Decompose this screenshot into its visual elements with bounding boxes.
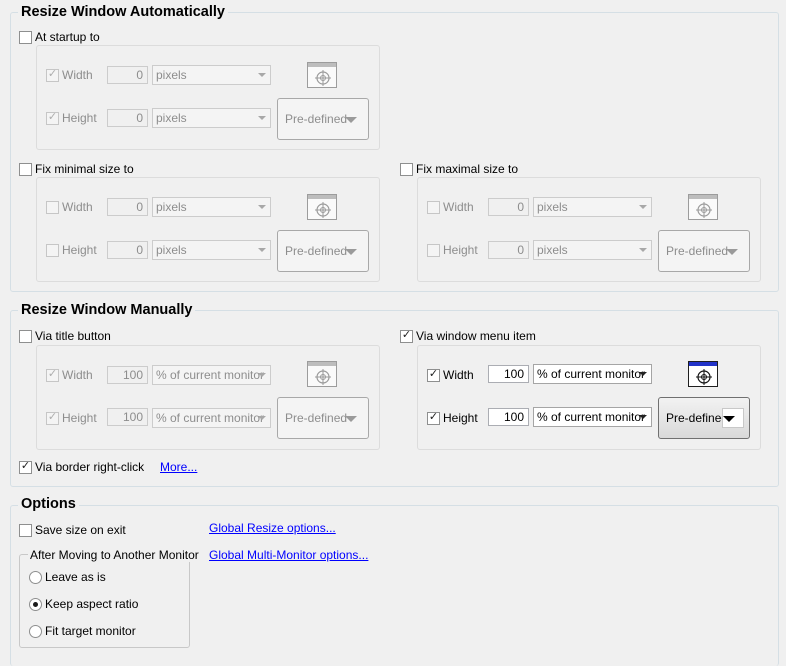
min-width-label: Width bbox=[62, 200, 93, 214]
max-width-checkbox[interactable] bbox=[427, 201, 440, 214]
options-title: Options bbox=[18, 496, 79, 513]
startup-width-checkbox[interactable]: ✓ bbox=[46, 68, 59, 82]
min-height-unit-select[interactable]: pixels bbox=[152, 240, 271, 260]
min-window-picker-icon[interactable] bbox=[307, 194, 337, 220]
mi-width-checkbox[interactable]: ✓ bbox=[427, 368, 440, 382]
fix-max-checkbox[interactable] bbox=[400, 163, 413, 176]
mi-height-input[interactable]: 100 bbox=[488, 408, 529, 426]
tb-height-input[interactable]: 100 bbox=[107, 408, 148, 426]
global-multimonitor-link[interactable]: Global Multi-Monitor options... bbox=[209, 548, 368, 562]
min-height-checkbox[interactable] bbox=[46, 244, 59, 257]
startup-predefined-button[interactable]: Pre-defined bbox=[277, 98, 369, 140]
global-resize-link[interactable]: Global Resize options... bbox=[209, 521, 336, 535]
max-height-input[interactable]: 0 bbox=[488, 241, 529, 259]
min-width-checkbox[interactable] bbox=[46, 201, 59, 214]
more-link[interactable]: More... bbox=[160, 460, 197, 474]
tb-height-unit-select[interactable]: % of current monitor bbox=[152, 408, 271, 428]
fix-min-label: Fix minimal size to bbox=[35, 162, 134, 176]
startup-width-input[interactable]: 0 bbox=[107, 66, 148, 84]
tb-width-label: Width bbox=[62, 368, 93, 382]
min-width-input[interactable]: 0 bbox=[107, 198, 148, 216]
min-predefined-button[interactable]: Pre-defined bbox=[277, 230, 369, 272]
manual-resize-title: Resize Window Manually bbox=[18, 302, 196, 319]
mi-height-label: Height bbox=[443, 411, 478, 425]
startup-height-checkbox[interactable]: ✓ bbox=[46, 111, 59, 125]
max-window-picker-icon[interactable] bbox=[688, 194, 718, 220]
max-height-label: Height bbox=[443, 243, 478, 257]
mi-predefined-button[interactable]: Pre-defined bbox=[658, 397, 750, 439]
at-startup-checkbox[interactable] bbox=[19, 31, 32, 44]
keep-aspect-radio[interactable] bbox=[29, 598, 42, 611]
save-size-checkbox[interactable] bbox=[19, 524, 32, 537]
mi-height-unit-select[interactable]: % of current monitor bbox=[533, 407, 652, 427]
title-button-label: Via title button bbox=[35, 329, 111, 343]
tb-height-checkbox[interactable]: ✓ bbox=[46, 411, 59, 425]
max-width-label: Width bbox=[443, 200, 474, 214]
min-width-unit-select[interactable]: pixels bbox=[152, 197, 271, 217]
max-height-unit-select[interactable]: pixels bbox=[533, 240, 652, 260]
fix-min-checkbox[interactable] bbox=[19, 163, 32, 176]
max-predefined-button[interactable]: Pre-defined bbox=[658, 230, 750, 272]
leave-as-is-radio[interactable] bbox=[29, 571, 42, 584]
tb-predefined-button[interactable]: Pre-defined bbox=[277, 397, 369, 439]
startup-width-unit-select[interactable]: pixels bbox=[152, 65, 271, 85]
border-rightclick-label: Via border right-click bbox=[35, 460, 145, 474]
fit-target-radio[interactable] bbox=[29, 625, 42, 638]
tb-width-unit-select[interactable]: % of current monitor bbox=[152, 365, 271, 385]
save-size-label: Save size on exit bbox=[35, 523, 126, 537]
border-rightclick-checkbox[interactable]: ✓ bbox=[19, 460, 32, 474]
mi-width-label: Width bbox=[443, 368, 474, 382]
max-width-unit-select[interactable]: pixels bbox=[533, 197, 652, 217]
tb-width-input[interactable]: 100 bbox=[107, 366, 148, 384]
tb-height-label: Height bbox=[62, 411, 97, 425]
startup-height-label: Height bbox=[62, 111, 97, 125]
mi-width-unit-select[interactable]: % of current monitor bbox=[533, 364, 652, 384]
min-height-label: Height bbox=[62, 243, 97, 257]
menu-item-checkbox[interactable]: ✓ bbox=[400, 329, 413, 343]
title-button-checkbox[interactable] bbox=[19, 330, 32, 343]
keep-aspect-label: Keep aspect ratio bbox=[45, 597, 139, 611]
tb-window-picker-icon[interactable] bbox=[307, 361, 337, 387]
startup-height-unit-select[interactable]: pixels bbox=[152, 108, 271, 128]
mi-width-input[interactable]: 100 bbox=[488, 365, 529, 383]
menu-item-label: Via window menu item bbox=[416, 329, 536, 343]
at-startup-label: At startup to bbox=[35, 30, 100, 44]
startup-height-input[interactable]: 0 bbox=[107, 109, 148, 127]
auto-resize-title: Resize Window Automatically bbox=[18, 4, 228, 21]
leave-as-is-label: Leave as is bbox=[45, 570, 106, 584]
tb-width-checkbox[interactable]: ✓ bbox=[46, 368, 59, 382]
mi-window-picker-icon[interactable] bbox=[688, 361, 718, 387]
fit-target-label: Fit target monitor bbox=[45, 624, 136, 638]
monitor-group-title: After Moving to Another Monitor bbox=[28, 548, 201, 562]
max-height-checkbox[interactable] bbox=[427, 244, 440, 257]
mi-height-checkbox[interactable]: ✓ bbox=[427, 411, 440, 425]
startup-width-label: Width bbox=[62, 68, 93, 82]
max-width-input[interactable]: 0 bbox=[488, 198, 529, 216]
fix-max-label: Fix maximal size to bbox=[416, 162, 519, 176]
startup-window-picker-icon[interactable] bbox=[307, 62, 337, 88]
min-height-input[interactable]: 0 bbox=[107, 241, 148, 259]
